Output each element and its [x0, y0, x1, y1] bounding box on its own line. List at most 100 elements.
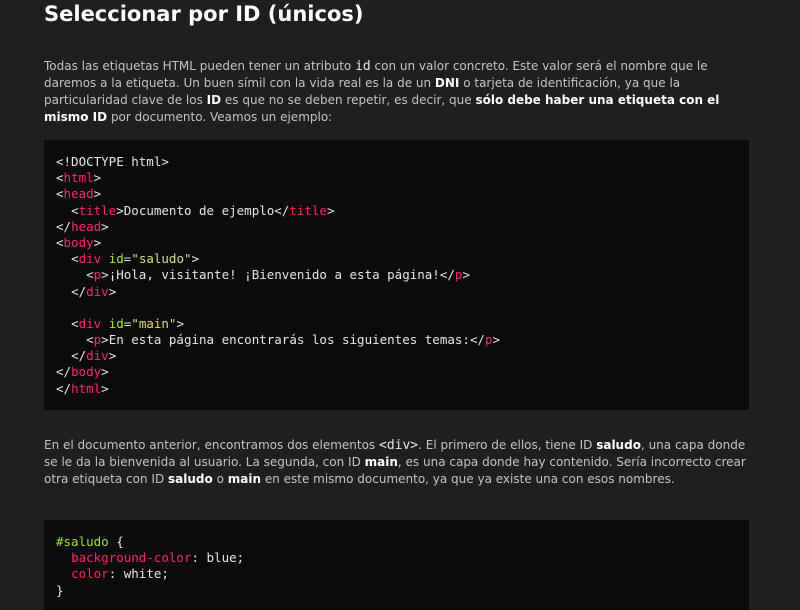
doctype: <!DOCTYPE html> — [56, 154, 169, 169]
css-brace-open: { — [108, 534, 124, 549]
bold-main: main — [364, 455, 398, 469]
css-value-blue: : blue; — [191, 550, 245, 566]
intro-text-1: Todas las etiquetas HTML pueden tener un… — [44, 59, 356, 73]
punct: < — [71, 251, 79, 267]
code-line: <div id="main"> — [56, 316, 737, 332]
tag-html-open: html — [63, 170, 94, 186]
punct: > — [108, 348, 117, 364]
tag-title-close: title — [289, 202, 327, 218]
punct: > — [93, 186, 102, 202]
tag-p-close: p — [485, 332, 493, 348]
code-line: } — [56, 583, 737, 599]
punct: </ — [469, 332, 485, 348]
punct: < — [71, 202, 79, 218]
punct: > — [191, 251, 200, 267]
tag-div-close: div — [86, 348, 109, 364]
tag-html-close: html — [71, 380, 102, 396]
tag-body-open: body — [63, 234, 94, 250]
code-line: color: white; — [56, 566, 737, 582]
punct: > — [462, 267, 470, 283]
code-line: <body> — [56, 235, 737, 251]
bold-dni: DNI — [434, 76, 460, 90]
expl-text-5: o — [212, 472, 228, 486]
punct: > — [101, 267, 109, 283]
punct: </ — [274, 202, 290, 218]
tag-div-open: div — [78, 315, 102, 331]
punct: > — [101, 332, 109, 348]
title-text: Documento de ejemplo — [123, 202, 275, 218]
css-brace-close: } — [56, 582, 64, 598]
punct: > — [108, 283, 117, 299]
punct: > — [176, 315, 184, 331]
punct: > — [116, 202, 124, 218]
p1-text: ¡Hola, visitante! ¡Bienvenido a esta pág… — [108, 267, 440, 283]
tag-div-close: div — [86, 283, 109, 299]
intro-text-4: es que no se deben repetir, es decir, qu… — [221, 93, 476, 107]
code-line: <!DOCTYPE html> — [56, 154, 737, 170]
punct: < — [86, 267, 94, 283]
attr-id: id — [108, 251, 124, 267]
bold-saludo-2: saludo — [168, 472, 213, 486]
tag-title-open: title — [78, 202, 117, 218]
punct: < — [56, 234, 64, 250]
punct: < — [71, 315, 79, 331]
code-line: <html> — [56, 170, 737, 186]
intro-paragraph: Todas las etiquetas HTML pueden tener un… — [44, 58, 756, 126]
punct: > — [101, 364, 109, 380]
bold-id: ID — [206, 93, 222, 107]
bold-saludo: saludo — [596, 438, 641, 452]
punct: < — [56, 186, 64, 202]
punct: > — [101, 218, 109, 234]
punct: > — [492, 332, 501, 348]
code-line: <head> — [56, 186, 737, 202]
punct: </ — [71, 283, 87, 299]
expl-text-6: en este mismo documento, ya que ya exist… — [261, 472, 675, 486]
css-property-background-color: background-color — [71, 550, 192, 566]
page: Seleccionar por ID (únicos) Todas las et… — [0, 0, 800, 610]
css-value-white: : white; — [108, 566, 169, 582]
code-line: <p>¡Hola, visitante! ¡Bienvenido a esta … — [56, 267, 737, 283]
code-line: <div id="saludo"> — [56, 251, 737, 267]
section-title: Seleccionar por ID (únicos) — [44, 2, 364, 26]
code-line: </div> — [56, 284, 737, 300]
attr-value-saludo: "saludo" — [131, 251, 192, 267]
punct: </ — [56, 380, 72, 396]
code-line: </div> — [56, 348, 737, 364]
code-line: <p>En esta página encontrarás los siguie… — [56, 332, 737, 348]
inline-code-div: <div> — [379, 438, 419, 453]
css-code-block[interactable]: #saludo { background-color: blue; color:… — [44, 520, 749, 610]
explanation-paragraph: En el documento anterior, encontramos do… — [44, 437, 756, 488]
tag-body-close: body — [71, 364, 102, 380]
intro-text-5: por documento. Veamos un ejemplo: — [107, 110, 333, 124]
code-line: <title>Documento de ejemplo</title> — [56, 203, 737, 219]
punct: </ — [439, 267, 455, 283]
punct: > — [93, 170, 102, 186]
expl-text-1: En el documento anterior, encontramos do… — [44, 438, 379, 452]
bold-main-2: main — [227, 472, 261, 486]
tag-head-open: head — [63, 186, 94, 202]
css-property-color: color — [71, 566, 109, 582]
html-code-block[interactable]: <!DOCTYPE html> <html> <head> <title>Docum… — [44, 140, 749, 410]
code-line: </head> — [56, 219, 737, 235]
punct: </ — [56, 364, 72, 380]
p2-text: En esta página encontrarás los siguiente… — [108, 332, 470, 348]
punct: > — [101, 380, 109, 396]
punct: < — [56, 170, 64, 186]
punct: < — [86, 332, 94, 348]
punct: </ — [71, 348, 87, 364]
punct: > — [93, 234, 102, 250]
attr-value-main: "main" — [131, 315, 177, 331]
css-selector: #saludo — [56, 534, 109, 549]
tag-div-open: div — [78, 251, 102, 267]
punct: </ — [56, 218, 72, 234]
tag-head-close: head — [71, 218, 102, 234]
expl-text-2: . El primero de ellos, tiene ID — [418, 438, 597, 452]
code-line: </body> — [56, 364, 737, 380]
punct: > — [326, 202, 335, 218]
code-line: </html> — [56, 381, 737, 397]
code-line: background-color: blue; — [56, 550, 737, 566]
attr-id: id — [108, 315, 124, 331]
inline-code-id: id — [355, 59, 371, 74]
code-line: #saludo { — [56, 534, 737, 550]
